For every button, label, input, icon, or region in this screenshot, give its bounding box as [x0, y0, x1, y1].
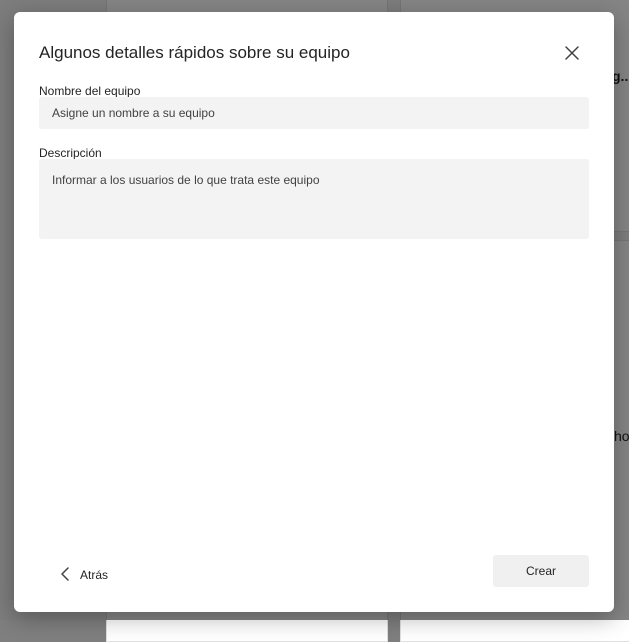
dialog-title: Algunos detalles rápidos sobre su equipo — [39, 43, 350, 62]
close-button[interactable] — [560, 41, 584, 65]
description-label: Descripción — [39, 146, 102, 160]
team-name-input[interactable] — [39, 97, 589, 129]
back-button[interactable]: Atrás — [60, 562, 108, 586]
back-label: Atrás — [80, 568, 109, 582]
create-button[interactable]: Crear — [493, 555, 589, 587]
chevron-left-icon — [61, 567, 69, 581]
description-textarea[interactable] — [39, 159, 589, 239]
close-icon — [565, 46, 579, 60]
team-name-label: Nombre del equipo — [39, 84, 141, 98]
team-details-dialog: Algunos detalles rápidos sobre su equipo… — [14, 12, 614, 612]
